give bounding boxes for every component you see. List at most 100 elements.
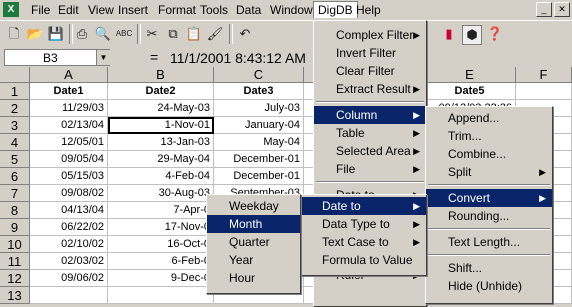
- cell-a5[interactable]: 09/05/04: [30, 151, 108, 168]
- copy-icon[interactable]: ⧉: [164, 25, 182, 43]
- column-header-e[interactable]: E: [424, 67, 516, 83]
- cell-b11[interactable]: 6-Feb-0: [108, 253, 214, 270]
- cell-b1[interactable]: Date2: [108, 83, 214, 100]
- menu-window[interactable]: Window: [266, 2, 317, 18]
- cell-b13[interactable]: [108, 287, 214, 304]
- date-to_menu-item-year[interactable]: Year: [207, 251, 300, 269]
- menu-edit[interactable]: Edit: [54, 2, 83, 18]
- print-preview-icon[interactable]: 🔍: [94, 25, 112, 43]
- row-header[interactable]: 13: [0, 287, 30, 304]
- cell-c3[interactable]: January-04: [214, 117, 304, 134]
- spelling-icon[interactable]: ABC: [115, 25, 133, 43]
- cell-c4[interactable]: May-04: [214, 134, 304, 151]
- cell-b8[interactable]: 7-Apr-0: [108, 202, 214, 219]
- column-menu-item-convert[interactable]: Convert ▶: [426, 189, 552, 207]
- cell-a1[interactable]: Date1: [30, 83, 108, 100]
- help-icon[interactable]: ❓: [486, 25, 504, 43]
- cell-e1[interactable]: Date5: [424, 83, 516, 100]
- cell-b4[interactable]: 13-Jan-03: [108, 134, 214, 151]
- column-menu-item-append[interactable]: Append...: [426, 109, 552, 127]
- menu-file[interactable]: File: [27, 2, 54, 18]
- save-icon[interactable]: 💾: [47, 25, 65, 43]
- cell-a8[interactable]: 04/13/04: [30, 202, 108, 219]
- row-header[interactable]: 10: [0, 236, 30, 253]
- cell-a12[interactable]: 09/06/02: [30, 270, 108, 287]
- cell-a3[interactable]: 02/13/04: [30, 117, 108, 134]
- date-to_menu-item-weekday[interactable]: Weekday: [207, 197, 300, 215]
- row-header[interactable]: 7: [0, 185, 30, 202]
- date-to_menu-item-hour[interactable]: Hour: [207, 269, 300, 287]
- cell-b5[interactable]: 29-May-04: [108, 151, 214, 168]
- cell-c2[interactable]: July-03: [214, 100, 304, 117]
- date-to_menu-item-month[interactable]: Month: [207, 215, 300, 233]
- column-header-a[interactable]: A: [30, 67, 108, 83]
- minimize-icon[interactable]: _: [536, 2, 552, 17]
- cell-a2[interactable]: 11/29/03: [30, 100, 108, 117]
- cell-c1[interactable]: Date3: [214, 83, 304, 100]
- cell-a10[interactable]: 02/10/02: [30, 236, 108, 253]
- paste-icon[interactable]: 📋: [185, 25, 203, 43]
- column-header-f[interactable]: F: [516, 67, 572, 83]
- cell-a4[interactable]: 12/05/01: [30, 134, 108, 151]
- digdb-menu-item-complex-filter[interactable]: Complex Filter ▶: [314, 26, 426, 44]
- date-to_menu-item-quarter[interactable]: Quarter: [207, 233, 300, 251]
- column-menu-item-rounding[interactable]: Rounding...: [426, 207, 552, 225]
- row-header[interactable]: 9: [0, 219, 30, 236]
- digdb-menu-item-file[interactable]: File ▶: [314, 160, 426, 178]
- menu-format[interactable]: Format: [154, 2, 200, 18]
- digdb-icon[interactable]: ⬢: [462, 25, 482, 45]
- cell-a9[interactable]: 06/22/02: [30, 219, 108, 236]
- convert-menu-item-date-to[interactable]: Date to ▶: [300, 197, 426, 215]
- digdb-menu-item-column[interactable]: Column ▶: [314, 106, 426, 124]
- menu-help[interactable]: Help: [352, 2, 385, 18]
- column-header-c[interactable]: C: [214, 67, 304, 83]
- convert-menu-item-text-case-to[interactable]: Text Case to ▶: [300, 233, 426, 251]
- column-menu-item-shift[interactable]: Shift...: [426, 259, 552, 277]
- cell-b10[interactable]: 16-Oct-0: [108, 236, 214, 253]
- row-header[interactable]: 1: [0, 83, 30, 100]
- open-icon[interactable]: 📂: [26, 25, 44, 43]
- row-header[interactable]: 3: [0, 117, 30, 134]
- digdb-menu-item-extract-result[interactable]: Extract Result ▶: [314, 80, 426, 98]
- row-header[interactable]: 8: [0, 202, 30, 219]
- menu-data[interactable]: Data: [232, 2, 265, 18]
- name-box[interactable]: B3: [4, 49, 110, 66]
- convert-menu-item-formula-to-value[interactable]: Formula to Value: [300, 251, 426, 269]
- column-menu-item-combine[interactable]: Combine...: [426, 145, 552, 163]
- row-header[interactable]: 11: [0, 253, 30, 270]
- column-menu-item-split[interactable]: Split ▶: [426, 163, 552, 181]
- digdb-menu-item-table[interactable]: Table ▶: [314, 124, 426, 142]
- menu-digdb[interactable]: DigDB: [313, 1, 358, 18]
- format-painter-icon[interactable]: 🖌: [206, 25, 224, 43]
- cell-c5[interactable]: December-01: [214, 151, 304, 168]
- column-menu-item-hide-unhide[interactable]: Hide (Unhide): [426, 277, 552, 295]
- digdb-menu-item-invert-filter[interactable]: Invert Filter: [314, 44, 426, 62]
- convert-menu-item-data-type-to[interactable]: Data Type to ▶: [300, 215, 426, 233]
- chart-icon[interactable]: ▮: [440, 25, 458, 43]
- cell-b12[interactable]: 9-Dec-0: [108, 270, 214, 287]
- cell-b9[interactable]: 17-Nov-0: [108, 219, 214, 236]
- cell-b6[interactable]: 4-Feb-04: [108, 168, 214, 185]
- menu-view[interactable]: View: [84, 2, 118, 18]
- cell-a11[interactable]: 02/03/02: [30, 253, 108, 270]
- menu-insert[interactable]: Insert: [114, 2, 152, 18]
- cell-a6[interactable]: 05/15/03: [30, 168, 108, 185]
- row-header[interactable]: 4: [0, 134, 30, 151]
- cell-b3[interactable]: 1-Nov-01: [108, 117, 214, 134]
- column-menu-item-text-length[interactable]: Text Length...: [426, 233, 552, 251]
- chevron-down-icon[interactable]: ▼: [96, 50, 110, 65]
- select-all-corner[interactable]: [0, 67, 30, 83]
- print-icon[interactable]: ⎙: [73, 25, 91, 43]
- excel-icon[interactable]: X: [3, 2, 19, 17]
- undo-icon[interactable]: ↶: [236, 25, 254, 43]
- digdb-menu-item-clear-filter[interactable]: Clear Filter: [314, 62, 426, 80]
- cell-c6[interactable]: December-01: [214, 168, 304, 185]
- menu-tools[interactable]: Tools: [196, 2, 232, 18]
- formula-input[interactable]: 11/1/2001 8:43:12 AM: [170, 50, 306, 66]
- cell-f1[interactable]: [516, 83, 572, 100]
- cell-a7[interactable]: 09/08/02: [30, 185, 108, 202]
- close-icon[interactable]: ✕: [554, 2, 570, 17]
- cell-b2[interactable]: 24-May-03: [108, 100, 214, 117]
- new-icon[interactable]: 🗋: [5, 25, 23, 43]
- cell-b7[interactable]: 30-Aug-03: [108, 185, 214, 202]
